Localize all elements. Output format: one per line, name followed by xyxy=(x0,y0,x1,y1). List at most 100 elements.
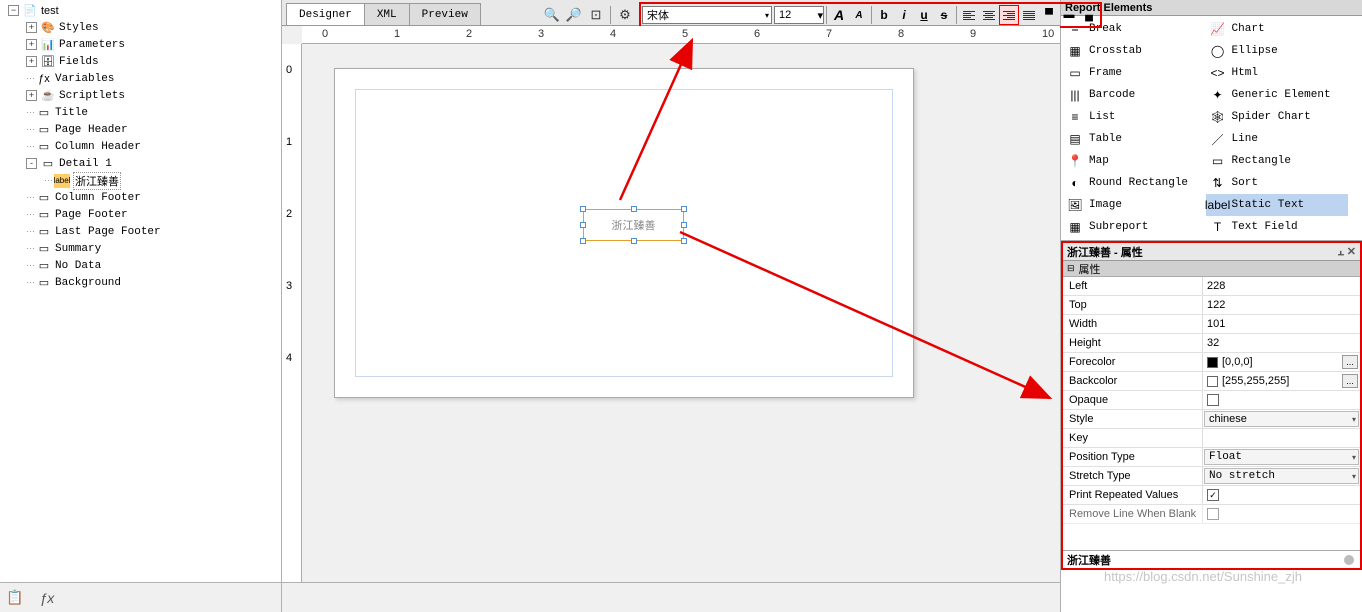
valign-bottom-button[interactable]: ▄ xyxy=(1079,5,1099,25)
property-row[interactable]: Backcolor[255,255,255]... xyxy=(1063,372,1360,391)
tree-item[interactable]: ⋯▭No Data xyxy=(4,257,281,274)
bold-button[interactable]: b xyxy=(874,5,894,25)
toggle-icon[interactable]: + xyxy=(26,22,37,33)
palette-item[interactable]: ✦Generic Element xyxy=(1206,84,1349,106)
underline-button[interactable]: u xyxy=(914,5,934,25)
strike-button[interactable]: s xyxy=(934,5,954,25)
palette-item[interactable]: ▦Crosstab xyxy=(1063,40,1206,62)
property-value-cell[interactable]: 32 xyxy=(1203,334,1360,352)
palette-item[interactable]: ◐Round Rectangle xyxy=(1063,172,1206,194)
resize-handle[interactable] xyxy=(681,222,687,228)
toggle-icon[interactable]: - xyxy=(26,158,37,169)
tree-item[interactable]: +🗄Fields xyxy=(4,53,281,70)
dock-icon[interactable]: ⫠ xyxy=(1337,246,1344,258)
tree-item[interactable]: ⋯▭Summary xyxy=(4,240,281,257)
palette-item[interactable]: TText Field xyxy=(1206,216,1349,238)
footer-icon-2[interactable]: ƒx xyxy=(39,590,54,606)
tab-preview[interactable]: Preview xyxy=(409,3,481,25)
tree-item[interactable]: ⋯▭Page Header xyxy=(4,121,281,138)
property-row[interactable]: Opaque xyxy=(1063,391,1360,410)
property-row[interactable]: Forecolor[0,0,0]... xyxy=(1063,353,1360,372)
align-left-button[interactable] xyxy=(959,5,979,25)
zoom-out-icon[interactable]: 🔎 xyxy=(564,5,584,25)
property-row[interactable]: Height32 xyxy=(1063,334,1360,353)
tree-item[interactable]: ⋯▭Column Footer xyxy=(4,189,281,206)
property-value-cell[interactable]: 228 xyxy=(1203,277,1360,295)
chevron-down-icon[interactable]: ▾ xyxy=(1352,472,1356,481)
palette-item[interactable]: |||Barcode xyxy=(1063,84,1206,106)
property-value-cell[interactable]: 122 xyxy=(1203,296,1360,314)
font-size-select[interactable]: 12 ▾ xyxy=(774,6,824,24)
toggle-icon[interactable]: + xyxy=(26,39,37,50)
align-justify-button[interactable] xyxy=(1019,5,1039,25)
tree-item[interactable]: ⋯▭Column Header xyxy=(4,138,281,155)
property-value-cell[interactable] xyxy=(1203,391,1360,409)
ellipsis-button[interactable]: ... xyxy=(1342,355,1358,369)
property-value-cell[interactable]: 101 xyxy=(1203,315,1360,333)
resize-handle[interactable] xyxy=(631,206,637,212)
palette-item[interactable]: labelStatic Text xyxy=(1206,194,1349,216)
palette-item[interactable]: ◯Ellipse xyxy=(1206,40,1349,62)
tab-xml[interactable]: XML xyxy=(364,3,410,25)
property-row[interactable]: Width101 xyxy=(1063,315,1360,334)
tree-item[interactable]: -▭Detail 1 xyxy=(4,155,281,172)
resize-handle[interactable] xyxy=(580,222,586,228)
valign-top-button[interactable]: ▀ xyxy=(1039,5,1059,25)
tree-item[interactable]: ⋯▭Last Page Footer xyxy=(4,223,281,240)
tree-item[interactable]: ⋯ƒxVariables xyxy=(4,70,281,87)
canvas[interactable]: 浙江臻善 xyxy=(302,44,1060,582)
property-value-cell[interactable]: [255,255,255]... xyxy=(1203,372,1360,390)
property-value-cell[interactable]: No stretch▾ xyxy=(1204,468,1359,484)
tree-item[interactable]: ⋯▭Page Footer xyxy=(4,206,281,223)
palette-item[interactable]: ▭Rectangle xyxy=(1206,150,1349,172)
increase-font-icon[interactable]: A xyxy=(829,5,849,25)
palette-item[interactable]: ≡List xyxy=(1063,106,1206,128)
checkbox[interactable]: ✓ xyxy=(1207,489,1219,501)
resize-handle[interactable] xyxy=(580,206,586,212)
tree-item[interactable]: +📊Parameters xyxy=(4,36,281,53)
property-value-cell[interactable] xyxy=(1203,429,1360,447)
property-value-cell[interactable]: Float▾ xyxy=(1204,449,1359,465)
zoom-fit-icon[interactable]: ⊡ xyxy=(586,5,606,25)
close-icon[interactable]: ✕ xyxy=(1347,246,1356,258)
property-row[interactable]: Remove Line When Blank xyxy=(1063,505,1360,524)
settings-icon[interactable]: ⚙ xyxy=(615,5,635,25)
ellipsis-button[interactable]: ... xyxy=(1342,374,1358,388)
property-row[interactable]: Position TypeFloat▾ xyxy=(1063,448,1360,467)
property-value-cell[interactable] xyxy=(1203,505,1360,523)
tree-item[interactable]: +🎨Styles xyxy=(4,19,281,36)
property-row[interactable]: Print Repeated Values✓ xyxy=(1063,486,1360,505)
properties-section[interactable]: 属性 xyxy=(1063,261,1360,277)
property-row[interactable]: Key xyxy=(1063,429,1360,448)
property-row[interactable]: Top122 xyxy=(1063,296,1360,315)
valign-middle-button[interactable]: ▬ xyxy=(1059,5,1079,25)
palette-item[interactable]: ▭Frame xyxy=(1063,62,1206,84)
resize-handle[interactable] xyxy=(580,238,586,244)
property-row[interactable]: Left228 xyxy=(1063,277,1360,296)
property-row[interactable]: Stylechinese▾ xyxy=(1063,410,1360,429)
resize-handle[interactable] xyxy=(681,206,687,212)
palette-item[interactable]: 📍Map xyxy=(1063,150,1206,172)
report-page[interactable]: 浙江臻善 xyxy=(334,68,914,398)
align-right-button[interactable] xyxy=(999,5,1019,25)
tree-item[interactable]: ⋯▭Background xyxy=(4,274,281,291)
palette-item[interactable]: ⇅Sort xyxy=(1206,172,1349,194)
property-value-cell[interactable]: chinese▾ xyxy=(1204,411,1359,427)
palette-item[interactable]: 🕸Spider Chart xyxy=(1206,106,1349,128)
toggle-icon[interactable]: + xyxy=(26,56,37,67)
tab-designer[interactable]: Designer xyxy=(286,3,365,25)
palette-item[interactable]: ／Line xyxy=(1206,128,1349,150)
palette-item[interactable]: 📈Chart xyxy=(1206,18,1349,40)
palette-item[interactable]: <>Html xyxy=(1206,62,1349,84)
static-text-element[interactable]: 浙江臻善 xyxy=(583,209,684,241)
tree-root[interactable]: − 📄 test xyxy=(4,2,281,19)
palette-item[interactable]: 🖼Image xyxy=(1063,194,1206,216)
tree-item[interactable]: +☕Scriptlets xyxy=(4,87,281,104)
property-value-cell[interactable]: ✓ xyxy=(1203,486,1360,504)
palette-item[interactable]: ▤Table xyxy=(1063,128,1206,150)
palette-item[interactable]: ▦Subreport xyxy=(1063,216,1206,238)
tree-item[interactable]: ⋯▭Title xyxy=(4,104,281,121)
chevron-down-icon[interactable]: ▾ xyxy=(1352,453,1356,462)
resize-handle[interactable] xyxy=(631,238,637,244)
property-row[interactable]: Stretch TypeNo stretch▾ xyxy=(1063,467,1360,486)
